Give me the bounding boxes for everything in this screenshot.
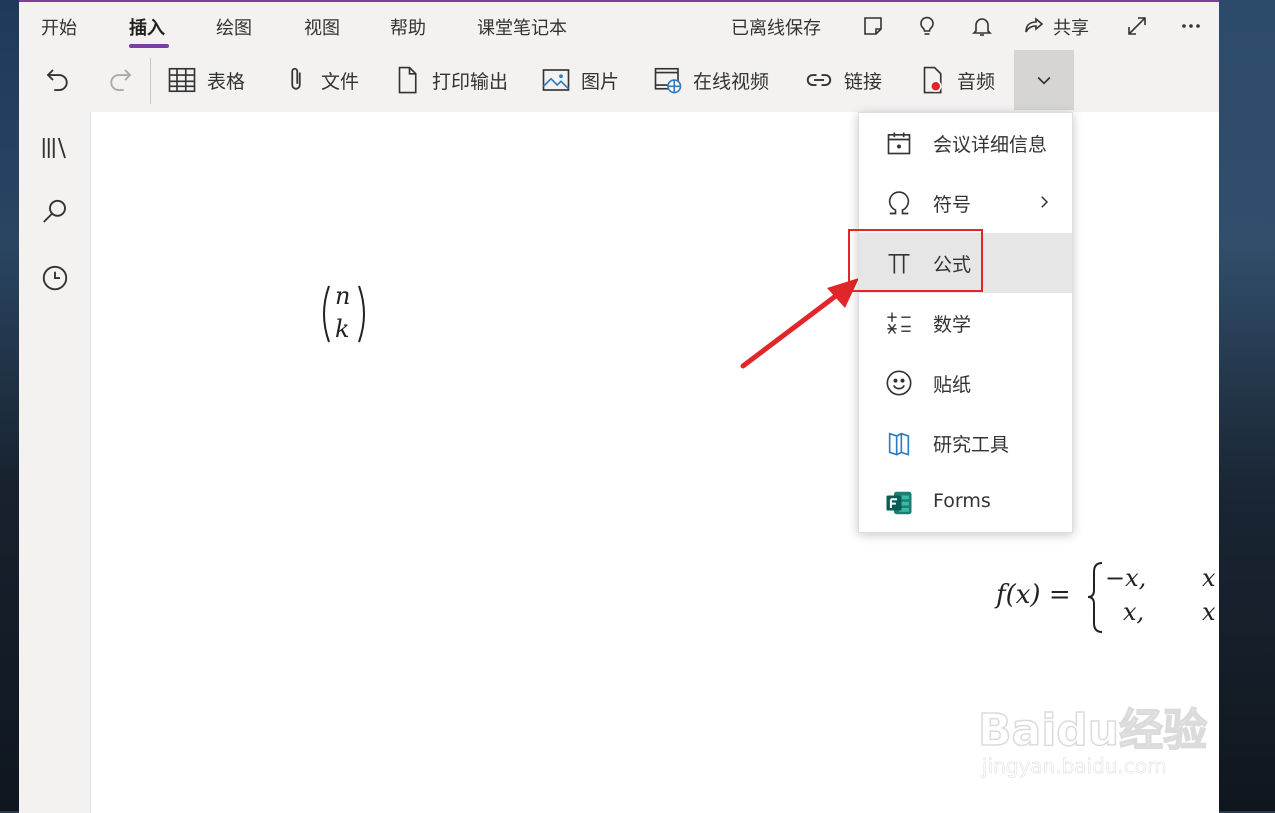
chevron-down-icon xyxy=(1037,76,1051,85)
sticky-notes-icon[interactable] xyxy=(859,12,887,40)
desktop-background-left xyxy=(0,0,19,811)
share-button-label[interactable]: 共享 xyxy=(1053,14,1089,40)
more-options-icon[interactable] xyxy=(1177,12,1205,40)
more-insert-options-button[interactable] xyxy=(1014,50,1074,110)
tab-class-notebook[interactable]: 课堂笔记本 xyxy=(477,14,567,40)
insert-table-button[interactable]: 表格 xyxy=(167,50,245,110)
insert-printout-button[interactable]: 打印输出 xyxy=(392,50,508,110)
brace-graphic xyxy=(1087,562,1103,633)
audio-record-icon xyxy=(923,66,942,94)
document-icon xyxy=(398,66,417,94)
watermark: Baidu经验 jingyan.baidu.com xyxy=(977,676,1218,786)
online-video-icon xyxy=(654,67,682,94)
smiley-icon xyxy=(883,367,915,399)
menu-item-stickers[interactable]: 贴纸 xyxy=(859,353,1072,413)
picture-icon xyxy=(542,69,570,91)
expand-icon[interactable] xyxy=(1123,12,1151,40)
recent-notes-icon[interactable] xyxy=(39,262,71,294)
chevron-right-icon xyxy=(1035,191,1053,217)
binomial-bottom: k xyxy=(335,315,350,343)
insert-file-button[interactable]: 文件 xyxy=(281,50,359,110)
insert-audio-button[interactable]: 音频 xyxy=(917,50,995,110)
insert-link-button[interactable]: 链接 xyxy=(804,50,882,110)
tab-view[interactable]: 视图 xyxy=(304,14,340,40)
search-icon[interactable] xyxy=(39,196,71,228)
bell-icon[interactable] xyxy=(968,12,996,40)
case-2-condition: x xyxy=(1202,598,1216,626)
case-1-condition: x xyxy=(1202,564,1216,592)
case-2-expression: x, xyxy=(1123,598,1145,626)
paperclip-icon xyxy=(291,67,301,90)
function-lhs: f(x) = xyxy=(996,580,1071,610)
link-icon xyxy=(806,74,832,86)
menu-item-math[interactable]: 数学 xyxy=(859,293,1072,353)
ribbon-tabs: 开始 插入 绘图 视图 帮助 课堂笔记本 已离线保存 共享 xyxy=(19,2,1219,50)
undo-icon xyxy=(46,69,68,91)
calendar-icon xyxy=(883,127,915,159)
tab-insert[interactable]: 插入 xyxy=(129,14,165,40)
watermark-url: jingyan.baidu.com xyxy=(982,754,1167,779)
offline-status[interactable]: 已离线保存 xyxy=(731,14,821,40)
tab-draw[interactable]: 绘图 xyxy=(216,14,252,40)
watermark-brand: Baidu经验 xyxy=(977,704,1208,757)
notebooks-icon[interactable] xyxy=(39,132,71,164)
toolbar-separator xyxy=(150,58,151,104)
menu-item-meeting-details[interactable]: 会议详细信息 xyxy=(859,113,1072,173)
case-1-expression: −x, xyxy=(1105,564,1147,592)
tab-help[interactable]: 帮助 xyxy=(390,14,426,40)
insert-online-video-button[interactable]: 在线视频 xyxy=(653,50,769,110)
redo-button[interactable] xyxy=(105,50,135,110)
table-icon xyxy=(168,67,196,93)
insert-toolbar: 表格 文件 打印输出 图片 在线视频 链接 音频 xyxy=(19,50,1219,110)
forms-icon xyxy=(883,487,915,519)
navigation-sidebar xyxy=(19,112,91,813)
redo-icon xyxy=(110,69,132,91)
insert-picture-button[interactable]: 图片 xyxy=(541,50,619,110)
desktop-background-right xyxy=(1219,0,1275,811)
undo-button[interactable] xyxy=(43,50,73,110)
math-icon xyxy=(883,307,915,339)
share-icon[interactable] xyxy=(1020,12,1048,40)
highlight-box-annotation xyxy=(848,229,983,292)
menu-item-symbols[interactable]: 符号 xyxy=(859,173,1072,233)
binomial-top: n xyxy=(335,282,351,310)
tab-home[interactable]: 开始 xyxy=(41,14,77,40)
lightbulb-icon[interactable] xyxy=(913,12,941,40)
omega-icon xyxy=(883,187,915,219)
researcher-icon xyxy=(883,427,915,459)
insert-more-menu: 会议详细信息 符号 公式 数学 贴纸 研究工具 Forms xyxy=(858,112,1073,533)
active-tab-indicator xyxy=(129,44,169,48)
binomial-equation[interactable]: n k xyxy=(319,282,369,347)
menu-item-forms[interactable]: Forms xyxy=(859,473,1072,533)
menu-item-researcher[interactable]: 研究工具 xyxy=(859,413,1072,473)
piecewise-equation[interactable]: f(x) = −x, x, x x xyxy=(996,560,1219,635)
